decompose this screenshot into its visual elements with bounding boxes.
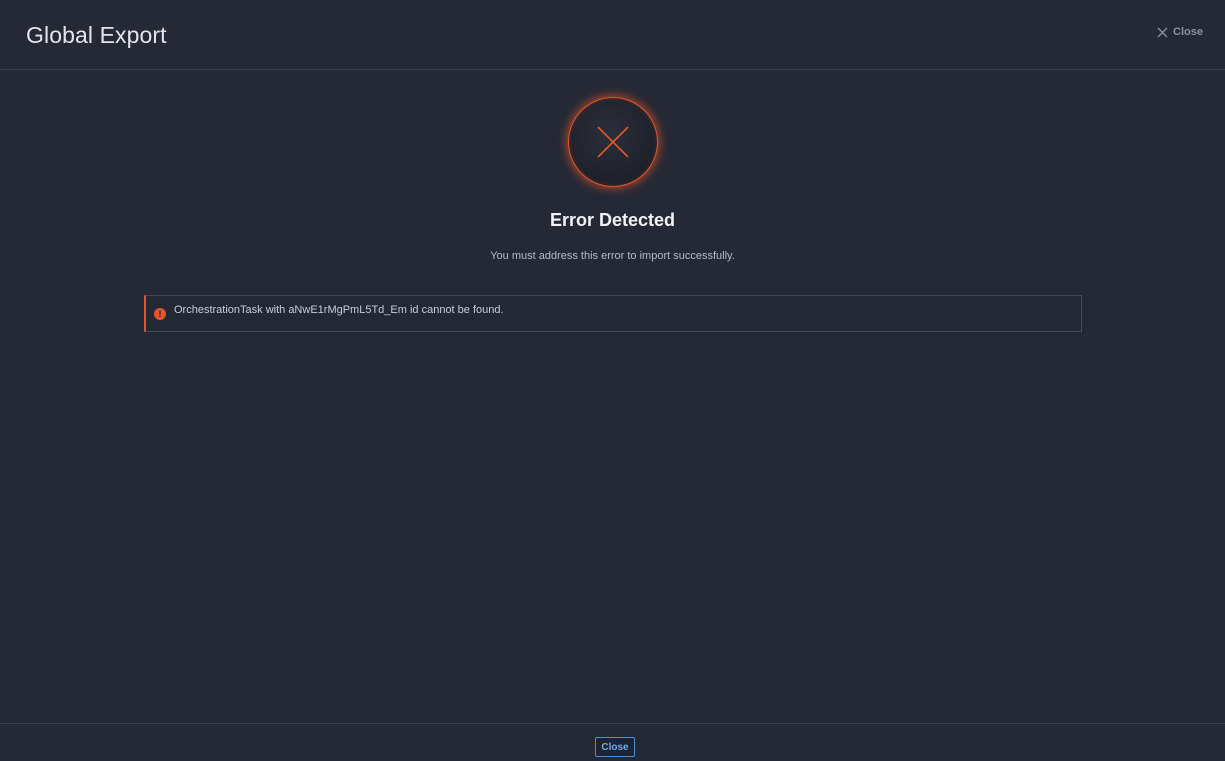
error-x-icon [596,125,630,159]
close-icon [1157,27,1168,38]
modal-header: Global Export Close [0,0,1225,70]
error-message-text: OrchestrationTask with aNwE1rMgPmL5Td_Em… [174,304,504,316]
error-status-circle [568,97,658,187]
global-export-modal: Global Export Close Error Detected You m… [0,0,1225,761]
header-close-button[interactable]: Close [1157,26,1203,38]
header-close-label: Close [1173,26,1203,38]
exclamation-icon: ! [154,308,166,320]
modal-footer: Close [0,723,1225,761]
error-subtitle: You must address this error to import su… [490,250,735,262]
error-message-box: ! OrchestrationTask with aNwE1rMgPmL5Td_… [144,295,1082,332]
error-title: Error Detected [549,210,676,230]
modal-title: Global Export [26,22,167,48]
footer-close-button[interactable]: Close [595,737,635,757]
